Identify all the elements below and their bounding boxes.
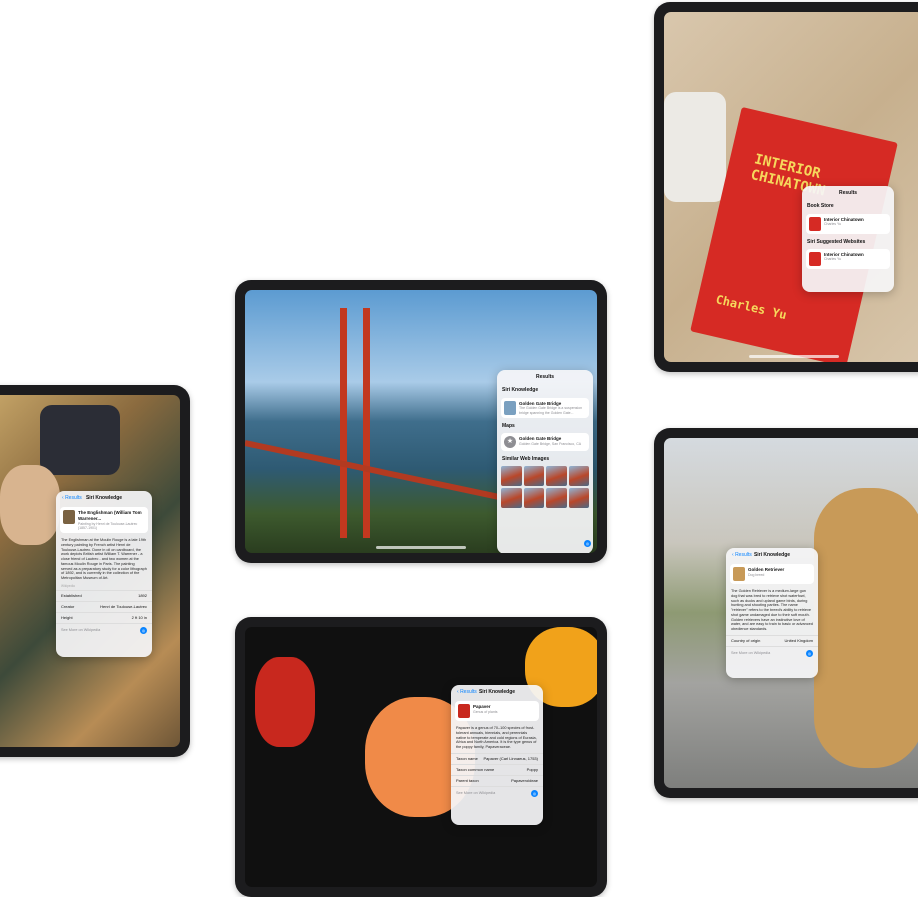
fact-row: Height 2 ft 10 in	[56, 611, 152, 623]
image-grid	[497, 464, 593, 513]
card-subtitle: Charles Yu	[824, 222, 842, 227]
flower-info-panel: ‹ Results Siri Knowledge Papaver Genus o…	[451, 685, 543, 825]
panel-title: Siri Knowledge	[478, 689, 516, 695]
book-thumbnail	[809, 251, 821, 266]
web-image[interactable]	[523, 488, 544, 509]
dog-thumbnail	[733, 567, 745, 582]
painting-thumbnail	[63, 510, 75, 525]
compass-icon: ◎	[806, 649, 813, 657]
book-author: Charles Yu	[714, 292, 789, 323]
ipad-bridge: Results Siri Knowledge Golden Gate Bridg…	[235, 280, 607, 563]
home-indicator	[376, 546, 466, 549]
knowledge-card[interactable]: Golden Gate Bridge The Golden Gate Bridg…	[501, 397, 589, 418]
ipad-dog: ‹ Results Siri Knowledge Golden Retrieve…	[654, 428, 918, 798]
panel-header: ‹ Results Siri Knowledge	[56, 491, 152, 505]
back-button[interactable]: ‹ Results	[457, 689, 477, 695]
panel-title: Siri Knowledge	[753, 552, 791, 558]
section-label: Maps	[502, 422, 515, 429]
fact-row: Taxon name Papaver (Carl Linnaeus, 1753)	[451, 752, 543, 764]
back-button[interactable]: ‹ Results	[732, 552, 752, 558]
flowers-screen: ‹ Results Siri Knowledge Papaver Genus o…	[245, 627, 597, 887]
ipad-flowers: ‹ Results Siri Knowledge Papaver Genus o…	[235, 617, 607, 897]
web-image[interactable]	[568, 488, 589, 509]
panel-title: Results	[838, 190, 858, 196]
painting-screen: ‹ Results Siri Knowledge The Englishman …	[0, 395, 180, 747]
knowledge-card[interactable]: Papaver Genus of plants	[455, 701, 539, 722]
web-image[interactable]	[501, 466, 522, 487]
painting-info-panel: ‹ Results Siri Knowledge The Englishman …	[56, 491, 152, 657]
dog-body	[814, 488, 918, 768]
dog-screen: ‹ Results Siri Knowledge Golden Retrieve…	[664, 438, 918, 788]
web-image[interactable]	[568, 466, 589, 487]
card-subtitle: Painting by Henri de Toulouse-Lautrec (1…	[78, 521, 138, 530]
home-indicator	[749, 355, 839, 358]
see-more-link[interactable]: See More on Wikipedia ◎	[726, 645, 818, 660]
section-label: Book Store	[807, 203, 834, 210]
candle	[664, 92, 726, 202]
ipad-book: INTERIOR CHINATOWN Charles Yu Results Bo…	[654, 2, 918, 372]
knowledge-card[interactable]: Golden Retriever Dog breed	[730, 564, 814, 585]
card-subtitle: The Golden Gate Bridge is a suspension b…	[519, 406, 583, 415]
maps-card[interactable]: ★ Golden Gate Bridge Golden Gate Bridge,…	[501, 433, 589, 452]
dog-info-panel: ‹ Results Siri Knowledge Golden Retrieve…	[726, 548, 818, 678]
results-panel: Results Siri Knowledge Golden Gate Bridg…	[497, 370, 593, 553]
bridge-thumbnail	[504, 400, 516, 415]
panel-header: ‹ Results Siri Knowledge	[726, 548, 818, 562]
website-card[interactable]: Interior Chinatown Charles Yu	[806, 248, 890, 269]
description: The Englishman at the Moulin Rouge is a …	[61, 538, 147, 581]
panel-header: ‹ Results Siri Knowledge	[451, 685, 543, 699]
web-image[interactable]	[501, 488, 522, 509]
panel-title: Siri Knowledge	[85, 495, 123, 501]
flower-thumbnail	[458, 704, 470, 719]
compass-icon: ◎	[531, 789, 538, 797]
section-label: Similar Web Images	[502, 456, 550, 463]
back-button[interactable]: ‹ Results	[62, 495, 82, 501]
red-poppy	[255, 657, 315, 747]
bridge-deck	[245, 440, 500, 500]
card-title: The Englishman (William Tom Warrener...	[78, 510, 142, 521]
fact-row: Creator Henri de Toulouse-Lautrec	[56, 600, 152, 612]
fact-row: Taxon common name Poppy	[451, 763, 543, 775]
painting-figure	[40, 405, 120, 475]
knowledge-card[interactable]: The Englishman (William Tom Warrener... …	[60, 507, 148, 534]
web-image[interactable]	[546, 466, 567, 487]
book-store-card[interactable]: Interior Chinatown Charles Yu	[806, 213, 890, 234]
visual-lookup-icon[interactable]: ◎	[584, 540, 591, 547]
book-thumbnail	[809, 216, 821, 231]
fact-row: Parent taxon Papaveroideae	[451, 774, 543, 786]
star-icon: ★	[504, 436, 516, 449]
fact-row: Established 1892	[56, 589, 152, 601]
compass-icon: ◎	[140, 626, 147, 634]
ipad-painting: ‹ Results Siri Knowledge The Englishman …	[0, 385, 190, 757]
panel-title: Results	[535, 374, 555, 380]
card-subtitle: Dog breed	[748, 572, 765, 577]
card-subtitle: Charles Yu	[824, 257, 842, 262]
web-image[interactable]	[546, 488, 567, 509]
book-screen: INTERIOR CHINATOWN Charles Yu Results Bo…	[664, 12, 918, 362]
card-subtitle: Golden Gate Bridge, San Francisco, CA	[519, 441, 582, 446]
fact-row: Country of origin United Kingdom	[726, 634, 818, 646]
section-label: Siri Knowledge	[502, 387, 539, 394]
bridge-screen: Results Siri Knowledge Golden Gate Bridg…	[245, 290, 597, 553]
book-results-panel: Results Book Store Interior Chinatown Ch…	[802, 186, 894, 292]
web-image[interactable]	[523, 466, 544, 487]
see-more-link[interactable]: See More on Wikipedia ◎	[451, 785, 543, 800]
card-subtitle: Genus of plants	[473, 709, 498, 714]
description: The Golden Retriever is a medium-large g…	[731, 589, 813, 632]
see-more-link[interactable]: See More on Wikipedia ◎	[56, 622, 152, 637]
painting-face	[0, 465, 60, 545]
bridge-tower	[340, 308, 370, 538]
description: Papaver is a genus of 70–100 species of …	[456, 726, 537, 750]
section-label: Siri Suggested Websites	[807, 238, 866, 245]
